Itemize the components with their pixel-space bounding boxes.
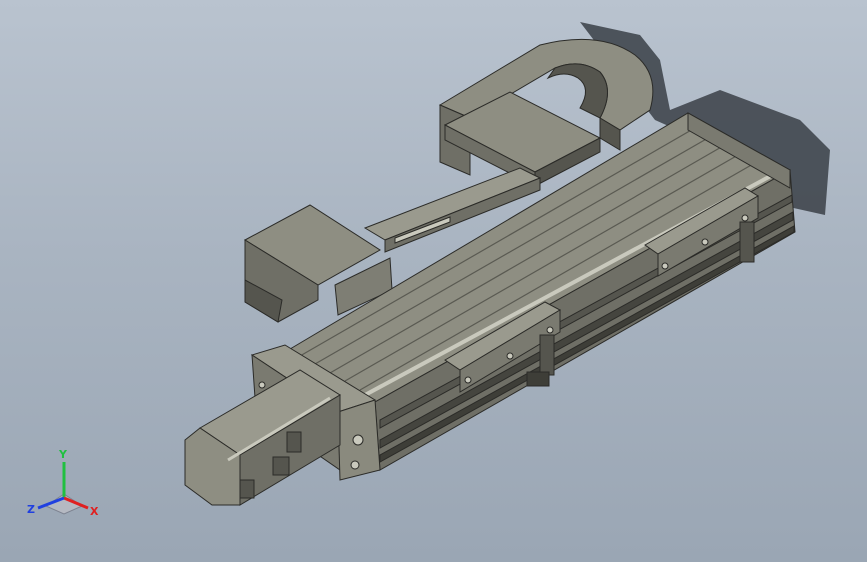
z-axis-label: Z — [27, 503, 35, 516]
orientation-triad[interactable]: Y X Z — [24, 446, 104, 522]
y-axis-label: Y — [58, 448, 68, 461]
linear-actuator-model[interactable] — [0, 0, 867, 562]
x-axis-label: X — [90, 505, 99, 518]
cad-viewport[interactable]: Y X Z — [0, 0, 867, 562]
